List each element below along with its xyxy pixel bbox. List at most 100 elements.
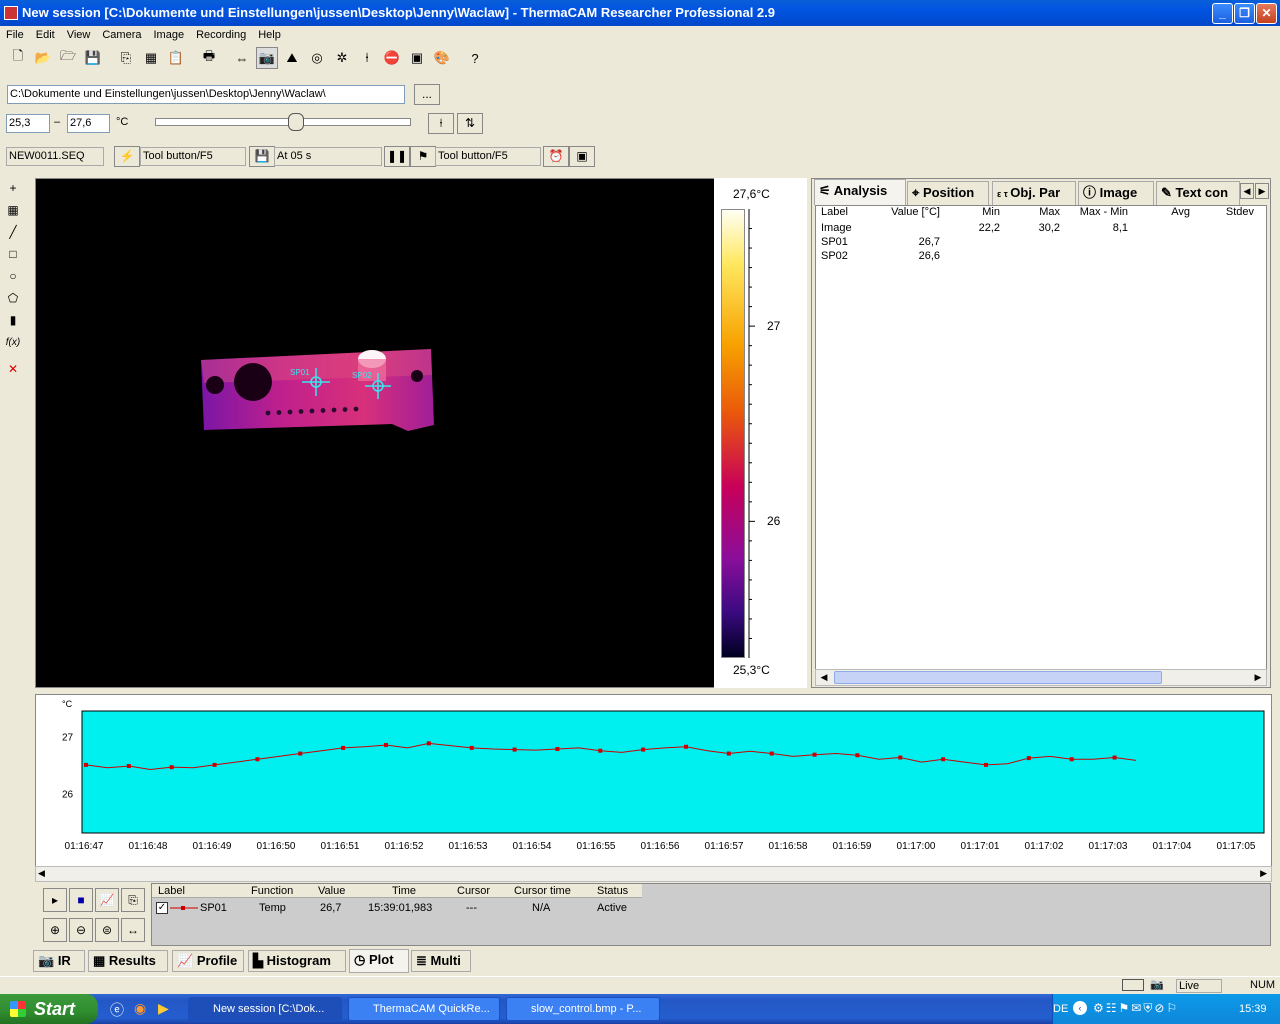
col-label[interactable]: Label — [821, 206, 848, 220]
camera-icon[interactable]: 📷 — [256, 47, 278, 69]
tab-histogram[interactable]: ▙ Histogram — [248, 950, 346, 972]
pause-icon[interactable]: ❚❚ — [384, 146, 410, 167]
tab-scroll-left[interactable]: ◀ — [1240, 183, 1254, 199]
menu-edit[interactable]: Edit — [30, 26, 61, 44]
save-icon[interactable]: 💾 — [82, 47, 104, 69]
settings-icon[interactable]: ✲ — [331, 47, 353, 69]
line-icon[interactable]: ╱ — [2, 222, 24, 243]
zoom-out-icon[interactable]: ⊖ — [69, 918, 93, 942]
pcol-label[interactable]: Label — [158, 885, 185, 897]
formula-icon[interactable]: f(x) — [2, 332, 24, 353]
tab-position[interactable]: ⌖ Position — [907, 181, 989, 205]
stop-icon[interactable]: ■ — [69, 888, 93, 912]
menu-view[interactable]: View — [61, 26, 97, 44]
quicklaunch-ie-icon[interactable]: ⓔ — [110, 1000, 124, 1020]
circle-icon[interactable]: ○ — [2, 266, 24, 287]
save-sequence-icon[interactable]: 💾 — [249, 146, 275, 167]
tab-multi[interactable]: ≣ Multi — [411, 950, 471, 972]
menu-help[interactable]: Help — [252, 26, 287, 44]
swap-range-icon[interactable]: ⇅ — [457, 113, 483, 134]
copy-icon[interactable]: ⎘ — [115, 47, 137, 69]
pcol-cursor-time[interactable]: Cursor time — [514, 885, 571, 897]
tab-analysis[interactable]: ⚟ Analysis — [814, 179, 906, 205]
col-max[interactable]: Max — [1016, 206, 1060, 220]
pointer-icon[interactable]: ⍿ — [356, 47, 378, 69]
pcol-status[interactable]: Status — [597, 885, 628, 897]
paste-icon[interactable]: 📋 — [165, 47, 187, 69]
finish-flag-icon[interactable]: ⚑ — [410, 146, 436, 167]
stop-icon[interactable]: ⛔ — [381, 47, 403, 69]
range-slider[interactable] — [155, 113, 411, 131]
col-avg[interactable]: Avg — [1136, 206, 1190, 220]
col-value[interactable]: Value [°C] — [880, 206, 940, 220]
play-icon[interactable]: ▸ — [43, 888, 67, 912]
col-max-min[interactable]: Max - Min — [1062, 206, 1128, 220]
new-icon[interactable]: 🗋 — [7, 47, 29, 69]
range-slider-thumb[interactable] — [287, 113, 304, 131]
analysis-hscrollbar[interactable]: ◀ ▶ — [815, 669, 1267, 686]
scroll-left-arrow[interactable]: ◀ — [817, 671, 831, 684]
tab-obj-par[interactable]: ε τ Obj. Par — [992, 181, 1076, 205]
range-max-field[interactable]: 27,6 — [67, 114, 110, 133]
record-trigger-icon[interactable]: ⚡ — [114, 146, 140, 167]
tray-expand-icon[interactable]: ‹ — [1073, 1001, 1087, 1015]
pcol-time[interactable]: Time — [392, 885, 416, 897]
range-min-field[interactable]: 25,3 — [6, 114, 50, 133]
help-icon[interactable]: ? — [464, 47, 486, 69]
plot-hscrollbar[interactable]: ◀ ▶ — [35, 866, 1272, 882]
tab-text-comment[interactable]: ✎ Text con — [1156, 181, 1240, 205]
target-icon[interactable]: ◎ — [306, 47, 328, 69]
pcol-cursor[interactable]: Cursor — [457, 885, 490, 897]
tab-scroll-right[interactable]: ▶ — [1255, 183, 1269, 199]
print-icon[interactable]: 🖶 — [198, 47, 220, 69]
sequence-file-field[interactable]: NEW0011.SEQ — [6, 147, 104, 166]
rectangle-icon[interactable]: □ — [2, 244, 24, 265]
clock[interactable]: 15:39 — [1239, 1003, 1267, 1015]
tab-image[interactable]: ⓘ Image — [1078, 181, 1154, 205]
tab-ir[interactable]: 📷 IR — [33, 950, 85, 972]
export-icon[interactable]: ⎘ — [121, 888, 145, 912]
col-min[interactable]: Min — [956, 206, 1000, 220]
tab-plot[interactable]: ◷ Plot — [349, 949, 409, 973]
copy-image-icon[interactable]: ▦ — [140, 47, 162, 69]
connect-icon[interactable]: ⇔ — [231, 47, 253, 69]
polygon-icon[interactable]: ⬠ — [2, 288, 24, 309]
taskbar-item-paint[interactable]: slow_control.bmp - P... — [506, 997, 660, 1021]
menu-image[interactable]: Image — [147, 26, 190, 44]
zoom-reset-icon[interactable]: ⊜ — [95, 918, 119, 942]
isotherm-icon[interactable]: ▮ — [2, 310, 24, 331]
series-visible-checkbox[interactable]: ✓ — [156, 902, 168, 914]
ir-image-view[interactable]: SP01 SP02 — [35, 178, 807, 688]
axis-settings-icon[interactable]: 📈 — [95, 888, 119, 912]
palette-icon[interactable]: 🎨 — [431, 47, 453, 69]
scroll-thumb[interactable] — [834, 671, 1162, 684]
path-field[interactable]: C:\Dokumente und Einstellungen\jussen\De… — [7, 85, 405, 104]
menu-camera[interactable]: Camera — [96, 26, 147, 44]
plot-scroll-right[interactable]: ▶ — [1260, 868, 1267, 879]
zoom-in-icon[interactable]: ⊕ — [43, 918, 67, 942]
start-trigger-field[interactable]: Tool button/F5 — [140, 147, 246, 166]
taskbar-item-researcher[interactable]: New session [C:\Dok... — [188, 997, 342, 1021]
open-folder-icon[interactable]: 🗁 — [57, 47, 79, 69]
ir-thermogram[interactable]: SP01 SP02 — [36, 179, 716, 687]
scroll-right-arrow[interactable]: ▶ — [1251, 671, 1265, 684]
temperature-plot[interactable]: °C 27 26 01:16:47 01:16:48 01:16:49 01:16:50… — [36, 695, 1271, 865]
interval-field[interactable]: At 05 s — [274, 147, 382, 166]
language-indicator[interactable]: DE — [1053, 1003, 1068, 1015]
pcol-function[interactable]: Function — [251, 885, 293, 897]
image-icon[interactable]: ⛰ — [281, 47, 303, 69]
delete-icon[interactable]: ✕ — [2, 359, 24, 380]
tray-icons[interactable]: ⚙☷⚑✉⛨⊘⚐ — [1093, 1001, 1179, 1016]
start-button[interactable]: Start — [0, 994, 98, 1024]
auto-adjust-icon[interactable]: ⍿ — [428, 113, 454, 134]
minimize-button[interactable]: _ — [1212, 3, 1233, 24]
camera-settings-icon[interactable]: ▣ — [406, 47, 428, 69]
col-stdev[interactable]: Stdev — [1192, 206, 1254, 220]
taskbar-item-quickreport[interactable]: ThermaCAM QuickRe... — [348, 997, 500, 1021]
stop-trigger-field[interactable]: Tool button/F5 — [435, 147, 541, 166]
alarm-clock-icon[interactable]: ⏰ — [543, 146, 569, 167]
open-icon[interactable]: 📂 — [32, 47, 54, 69]
fit-icon[interactable]: ↔ — [121, 918, 145, 942]
menu-file[interactable]: File — [0, 26, 30, 44]
close-button[interactable]: ✕ — [1256, 3, 1277, 24]
